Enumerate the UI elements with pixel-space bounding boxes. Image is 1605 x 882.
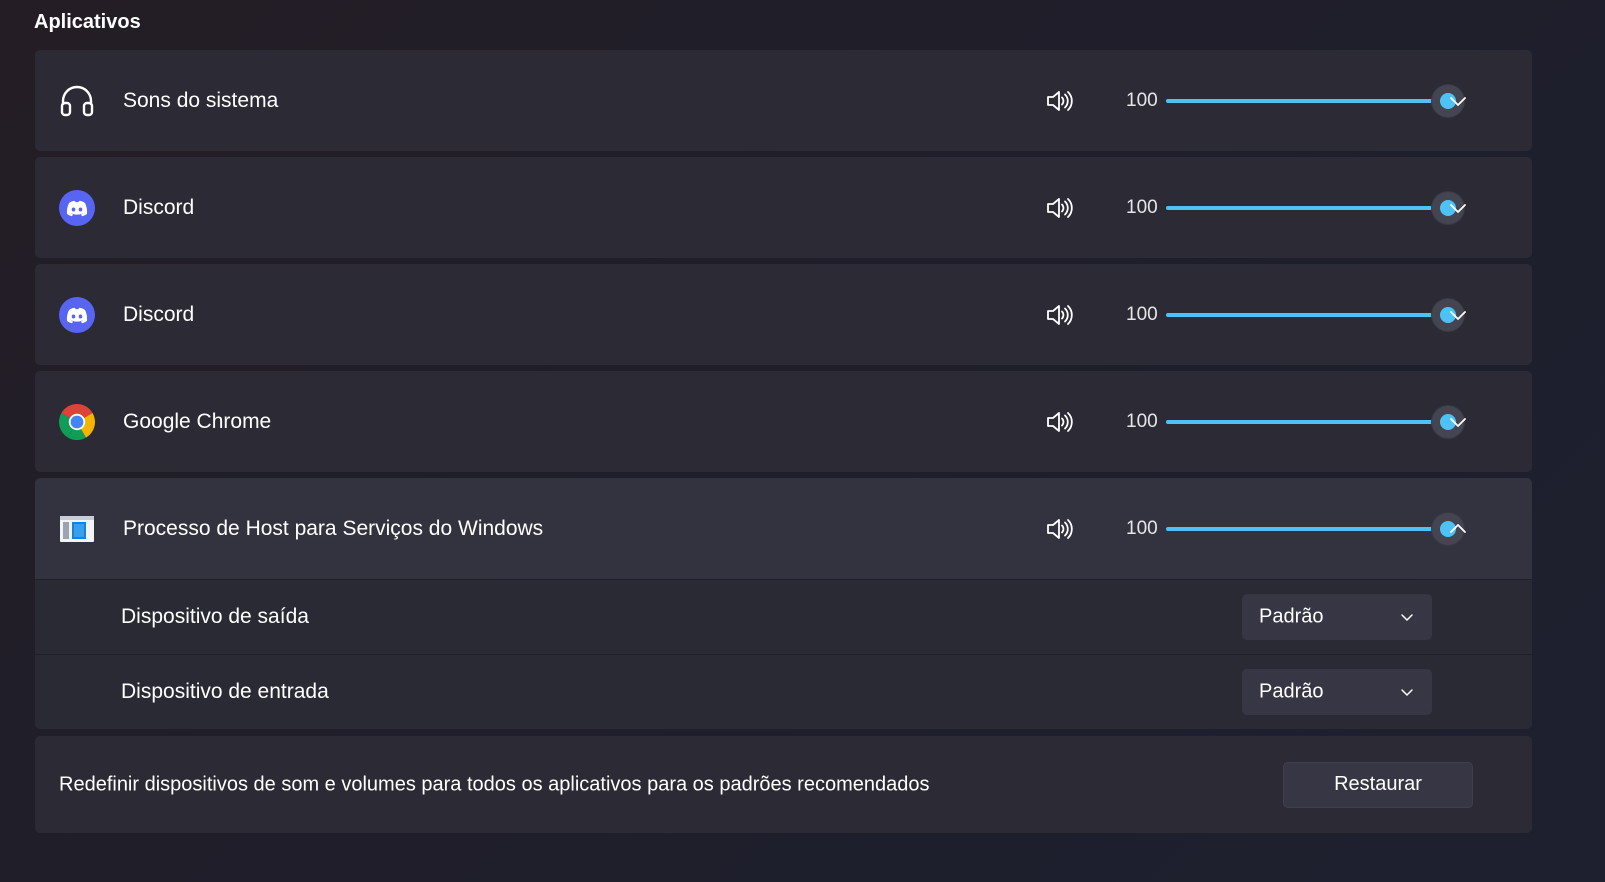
chevron-down-icon[interactable] [1448,305,1468,325]
speaker-icon[interactable] [1045,303,1073,327]
input-device-row: Dispositivo de entrada Padrão [35,655,1532,729]
input-device-label: Dispositivo de entrada [121,680,329,703]
output-device-label: Dispositivo de saída [121,605,309,628]
chevron-down-icon[interactable] [1448,412,1468,432]
chevron-down-icon [1400,685,1414,699]
reset-row: Redefinir dispositivos de som e volumes … [35,736,1532,833]
app-name: Discord [123,302,195,326]
volume-mixer-page: Aplicativos Sons do sistema 100 Discord … [0,0,1605,882]
app-name: Sons do sistema [123,88,279,112]
volume-value: 100 [1126,303,1158,325]
volume-value: 100 [1126,517,1158,539]
speaker-icon[interactable] [1045,517,1073,541]
app-row-google-chrome: Google Chrome 100 [35,371,1532,472]
speaker-icon[interactable] [1045,89,1073,113]
app-row-windows-host: Processo de Host para Serviços do Window… [35,478,1532,579]
reset-description: Redefinir dispositivos de som e volumes … [59,773,930,795]
output-device-row: Dispositivo de saída Padrão [35,580,1532,654]
app-name: Google Chrome [123,409,272,433]
chevron-down-icon [1400,610,1414,624]
dropdown-value: Padrão [1259,605,1324,628]
app-row-system-sounds: Sons do sistema 100 [35,50,1532,151]
volume-slider[interactable] [1166,84,1464,118]
windows-host-icon [59,511,95,547]
chevron-down-icon[interactable] [1448,198,1468,218]
chevron-down-icon[interactable] [1448,91,1468,111]
speaker-icon[interactable] [1045,410,1073,434]
input-device-dropdown[interactable]: Padrão [1242,669,1432,715]
app-name: Processo de Host para Serviços do Window… [123,516,544,540]
slider-track [1166,205,1448,210]
slider-track [1166,98,1448,103]
output-device-dropdown[interactable]: Padrão [1242,594,1432,640]
volume-slider[interactable] [1166,298,1464,332]
restore-button[interactable]: Restaurar [1283,761,1473,808]
volume-value: 100 [1126,89,1158,111]
slider-track [1166,526,1448,531]
volume-value: 100 [1126,410,1158,432]
volume-slider[interactable] [1166,405,1464,439]
section-title: Aplicativos [34,11,141,33]
speaker-icon[interactable] [1045,196,1073,220]
slider-track [1166,312,1448,317]
dropdown-value: Padrão [1259,680,1324,703]
slider-track [1166,419,1448,424]
app-row-discord: Discord 100 [35,264,1532,365]
app-name: Discord [123,195,195,219]
discord-icon [59,189,95,226]
volume-slider[interactable] [1166,512,1464,546]
volume-value: 100 [1126,196,1158,218]
volume-slider[interactable] [1166,191,1464,225]
discord-icon [59,296,95,333]
headphones-icon [59,83,95,119]
chevron-up-icon[interactable] [1448,519,1468,539]
app-row-discord: Discord 100 [35,157,1532,258]
chrome-icon [59,403,95,440]
